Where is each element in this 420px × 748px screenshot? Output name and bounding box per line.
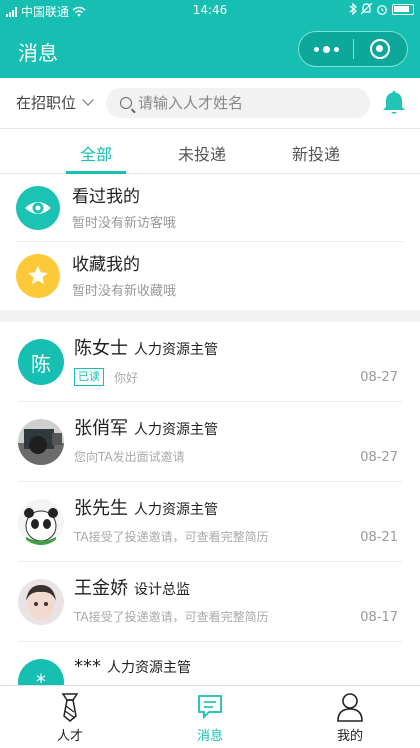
- dot-icon: [333, 46, 339, 52]
- chat-item[interactable]: 陈 陈女士 人力资源主管 已读 你好 08-27: [0, 322, 420, 402]
- bottom-tab-bar: 人才 消息 我的: [0, 685, 420, 747]
- avatar: [18, 579, 64, 625]
- notice-title: 收藏我的: [72, 255, 140, 275]
- message-text: 您向TA发出面试邀请: [74, 450, 185, 464]
- chat-date: 08-27: [360, 450, 398, 465]
- chat-preview: 已读 你好: [74, 368, 138, 386]
- avatar: [18, 419, 64, 465]
- dot-icon: [322, 45, 330, 53]
- tabbar-label: 消息: [196, 729, 223, 744]
- chat-item[interactable]: 张俏军 人力资源主管 您向TA发出面试邀请 08-27: [0, 402, 420, 482]
- chat-item[interactable]: 王金娇 设计总监 TA接受了投递邀请，可查看完整简历 08-17: [0, 562, 420, 642]
- message-text: 你好: [114, 370, 139, 385]
- contact-role: 人力资源主管: [134, 502, 218, 518]
- chat-name: *** 人力资源主管: [74, 656, 191, 677]
- tab-all[interactable]: 全部: [56, 141, 136, 165]
- avatar: 陈: [18, 339, 64, 385]
- contact-name: 王金娇: [74, 578, 128, 599]
- position-dropdown[interactable]: 在招职位: [16, 92, 94, 113]
- message-text: TA接受了投递邀请，可查看完整简历: [74, 610, 269, 624]
- favorited-me-item[interactable]: 收藏我的 暂时没有新收藏哦: [0, 242, 420, 310]
- chat-preview: TA接受了投递邀请，可查看完整简历: [74, 608, 269, 625]
- chat-name: 陈女士 人力资源主管: [74, 334, 218, 360]
- position-dropdown-label: 在招职位: [16, 94, 77, 112]
- contact-role: 人力资源主管: [134, 342, 218, 358]
- read-badge: 已读: [74, 368, 104, 386]
- status-bar: 中国联通 14:46: [0, 0, 420, 22]
- contact-role: 设计总监: [134, 582, 190, 598]
- bluetooth-icon: [349, 3, 357, 15]
- target-icon: [370, 39, 391, 59]
- contact-name: 张俏军: [74, 418, 128, 439]
- bell-icon[interactable]: [382, 90, 406, 116]
- chat-preview: 您向TA发出面试邀请: [74, 448, 185, 465]
- contact-role: 人力资源主管: [134, 422, 218, 438]
- mute-icon: [361, 3, 372, 15]
- nav-bar: 消息: [0, 22, 420, 78]
- tabbar-item-messages[interactable]: 消息: [140, 686, 280, 748]
- dot-icon: [313, 46, 319, 52]
- search-icon: [120, 97, 132, 109]
- chat-preview: TA接受了投递邀请，可查看完整简历: [74, 528, 269, 545]
- tab-new-delivered[interactable]: 新投递: [276, 141, 356, 165]
- star-icon: [16, 254, 60, 298]
- avatar: [18, 499, 64, 545]
- notice-title: 看过我的: [72, 187, 140, 207]
- miniprogram-capsule: [298, 31, 408, 67]
- tabbar-item-mine[interactable]: 我的: [280, 686, 420, 748]
- chat-item[interactable]: 张先生 人力资源主管 TA接受了投递邀请，可查看完整简历 08-21: [0, 482, 420, 562]
- tabbar-label: 人才: [56, 729, 83, 744]
- message-text: TA接受了投递邀请，可查看完整简历: [74, 530, 269, 544]
- notice-subtitle: 暂时没有新访客哦: [72, 216, 177, 231]
- alarm-icon: [377, 5, 387, 15]
- viewed-me-item[interactable]: 看过我的 暂时没有新访客哦: [0, 174, 420, 242]
- chat-date: 08-17: [360, 610, 398, 625]
- search-box: [106, 88, 370, 118]
- more-button[interactable]: [299, 32, 353, 66]
- message-icon: [198, 695, 222, 720]
- chat-name: 张先生 人力资源主管: [74, 494, 218, 520]
- search-input[interactable]: [138, 94, 358, 112]
- tabbar-label: 我的: [336, 729, 363, 744]
- chat-name: 张俏军 人力资源主管: [74, 414, 218, 440]
- message-filter-tabs: 全部 未投递 新投递: [0, 128, 420, 174]
- chat-date: 08-27: [360, 370, 398, 385]
- page-title: 消息: [18, 41, 58, 65]
- chat-name: 王金娇 设计总监: [74, 574, 190, 600]
- contact-role: 人力资源主管: [107, 660, 191, 676]
- contact-name: 张先生: [74, 498, 128, 519]
- search-row: 在招职位: [0, 78, 420, 128]
- battery-icon: [392, 3, 414, 15]
- chat-date: 08-21: [360, 530, 398, 545]
- status-right: [349, 3, 414, 15]
- chevron-down-icon: [82, 94, 94, 106]
- close-miniprogram-button[interactable]: [354, 32, 407, 66]
- tie-icon: [61, 693, 79, 722]
- eye-icon: [16, 186, 60, 230]
- tab-not-delivered[interactable]: 未投递: [162, 141, 242, 165]
- tabbar-item-talent[interactable]: 人才: [0, 686, 140, 748]
- contact-name: ***: [74, 656, 101, 677]
- person-icon: [337, 693, 363, 722]
- contact-name: 陈女士: [74, 338, 128, 359]
- section-divider: [0, 310, 420, 322]
- notice-subtitle: 暂时没有新收藏哦: [72, 284, 177, 299]
